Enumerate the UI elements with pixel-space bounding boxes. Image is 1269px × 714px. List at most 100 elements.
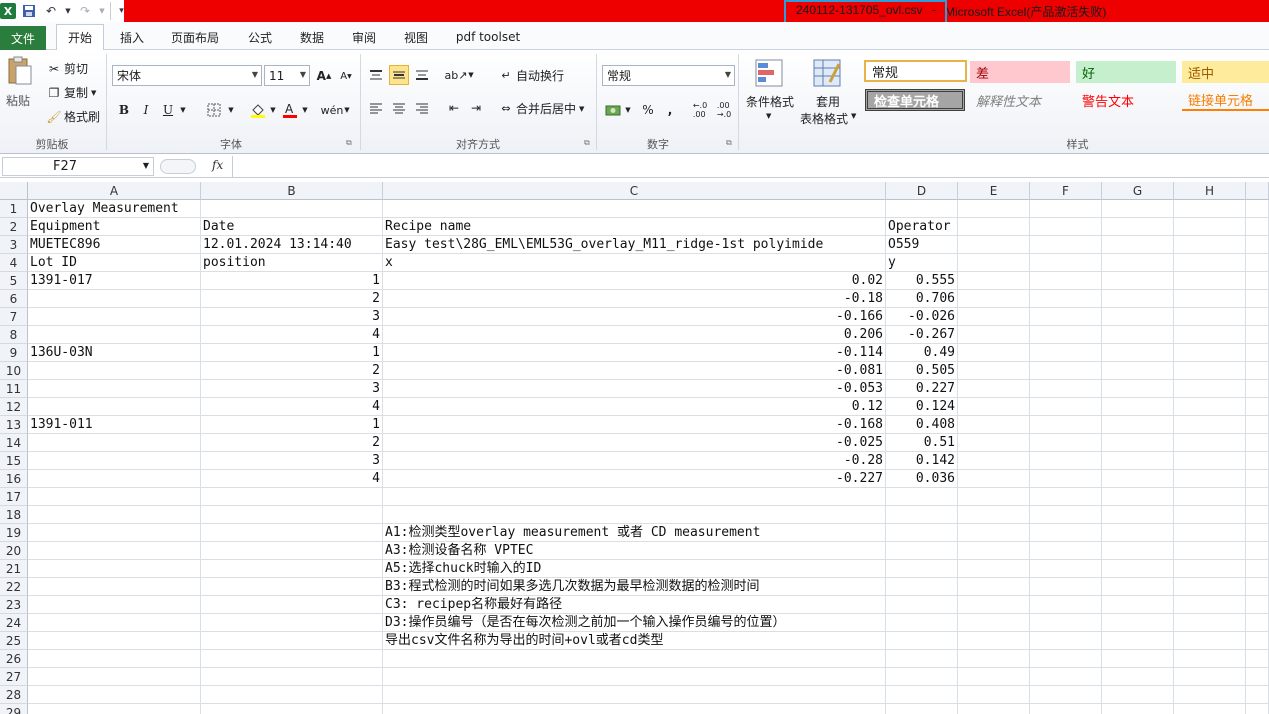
cell-b22[interactable]: [201, 578, 383, 596]
currency-dropdown-icon[interactable]: ▼: [623, 100, 633, 120]
row-header[interactable]: 14: [0, 434, 28, 452]
decrease-indent-icon[interactable]: ⇤: [444, 98, 464, 118]
cell-e19[interactable]: [958, 524, 1030, 542]
cell-e1[interactable]: [958, 200, 1030, 218]
font-name-combo[interactable]: 宋体 ▼: [112, 65, 262, 86]
cell-a23[interactable]: [28, 596, 201, 614]
style-warning[interactable]: 警告文本: [1076, 89, 1176, 111]
cell-d18[interactable]: [886, 506, 958, 524]
cell-c29[interactable]: [383, 704, 886, 714]
cell-f6[interactable]: [1030, 290, 1102, 308]
conditional-format-icon[interactable]: [754, 58, 784, 88]
cell-d14[interactable]: 0.51: [886, 434, 958, 452]
cell-b3[interactable]: 12.01.2024 13:14:40: [201, 236, 383, 254]
cell-h17[interactable]: [1174, 488, 1246, 506]
cell-h27[interactable]: [1174, 668, 1246, 686]
dialog-launcher-icon[interactable]: ⧉: [726, 138, 732, 148]
column-header-g[interactable]: G: [1102, 182, 1174, 200]
cell-a8[interactable]: [28, 326, 201, 344]
worksheet-grid[interactable]: A B C D E F G H 1 Overlay Measurement 2 Equipment Da…: [0, 182, 1269, 714]
cell-d23[interactable]: [886, 596, 958, 614]
style-check-cell[interactable]: 检查单元格: [865, 89, 965, 111]
cell-g6[interactable]: [1102, 290, 1174, 308]
cell-b23[interactable]: [201, 596, 383, 614]
cell-c15[interactable]: -0.28: [383, 452, 886, 470]
row-header[interactable]: 3: [0, 236, 28, 254]
cell-g22[interactable]: [1102, 578, 1174, 596]
cell-g14[interactable]: [1102, 434, 1174, 452]
cell-e8[interactable]: [958, 326, 1030, 344]
row-header[interactable]: 22: [0, 578, 28, 596]
cell-d6[interactable]: 0.706: [886, 290, 958, 308]
cell-a26[interactable]: [28, 650, 201, 668]
excel-logo-icon[interactable]: X: [0, 3, 16, 19]
align-right-icon[interactable]: [412, 98, 432, 118]
row-header[interactable]: 10: [0, 362, 28, 380]
tab-home[interactable]: 开始: [56, 24, 104, 50]
column-header-h[interactable]: H: [1174, 182, 1246, 200]
cell-g19[interactable]: [1102, 524, 1174, 542]
cell-g4[interactable]: [1102, 254, 1174, 272]
cell-c14[interactable]: -0.025: [383, 434, 886, 452]
cell-h3[interactable]: [1174, 236, 1246, 254]
cell-b18[interactable]: [201, 506, 383, 524]
cell-b12[interactable]: 4: [201, 398, 383, 416]
row-header[interactable]: 21: [0, 560, 28, 578]
cell-a9[interactable]: 136U-03N: [28, 344, 201, 362]
chevron-down-icon[interactable]: ▼: [143, 161, 149, 170]
style-neutral[interactable]: 适中: [1182, 61, 1269, 83]
cell-b28[interactable]: [201, 686, 383, 704]
chevron-down-icon[interactable]: ▼: [300, 70, 306, 79]
name-box[interactable]: F27 ▼: [2, 157, 154, 176]
cell-f11[interactable]: [1030, 380, 1102, 398]
cell-g2[interactable]: [1102, 218, 1174, 236]
cell-c21[interactable]: A5:选择chuck时输入的ID: [383, 560, 886, 578]
cell-a4[interactable]: Lot ID: [28, 254, 201, 272]
cell-e14[interactable]: [958, 434, 1030, 452]
row-header[interactable]: 19: [0, 524, 28, 542]
cell-h11[interactable]: [1174, 380, 1246, 398]
row-header[interactable]: 1: [0, 200, 28, 218]
cell-c8[interactable]: 0.206: [383, 326, 886, 344]
cell-c11[interactable]: -0.053: [383, 380, 886, 398]
cell-h28[interactable]: [1174, 686, 1246, 704]
cell-b24[interactable]: [201, 614, 383, 632]
cell-h15[interactable]: [1174, 452, 1246, 470]
cell-f23[interactable]: [1030, 596, 1102, 614]
cell-d17[interactable]: [886, 488, 958, 506]
merge-dropdown-icon[interactable]: ▼: [579, 105, 584, 113]
cell-c23[interactable]: C3: recipep名称最好有路径: [383, 596, 886, 614]
cell-c6[interactable]: -0.18: [383, 290, 886, 308]
cell-a14[interactable]: [28, 434, 201, 452]
cell-e28[interactable]: [958, 686, 1030, 704]
cell-a27[interactable]: [28, 668, 201, 686]
cell-f24[interactable]: [1030, 614, 1102, 632]
cell-h4[interactable]: [1174, 254, 1246, 272]
cell-g28[interactable]: [1102, 686, 1174, 704]
cell-h6[interactable]: [1174, 290, 1246, 308]
column-header-a[interactable]: A: [28, 182, 201, 200]
cell-f4[interactable]: [1030, 254, 1102, 272]
chevron-down-icon[interactable]: ▼: [252, 70, 258, 79]
cell-f27[interactable]: [1030, 668, 1102, 686]
cell-h22[interactable]: [1174, 578, 1246, 596]
cell-h16[interactable]: [1174, 470, 1246, 488]
cell-b13[interactable]: 1: [201, 416, 383, 434]
cell-d15[interactable]: 0.142: [886, 452, 958, 470]
cell-f12[interactable]: [1030, 398, 1102, 416]
cell-b19[interactable]: [201, 524, 383, 542]
cell-h25[interactable]: [1174, 632, 1246, 650]
row-header[interactable]: 26: [0, 650, 28, 668]
cell-d1[interactable]: [886, 200, 958, 218]
row-header[interactable]: 4: [0, 254, 28, 272]
align-center-icon[interactable]: [389, 98, 409, 118]
cell-a3[interactable]: MUETEC896: [28, 236, 201, 254]
cell-b27[interactable]: [201, 668, 383, 686]
cell-h26[interactable]: [1174, 650, 1246, 668]
cell-f17[interactable]: [1030, 488, 1102, 506]
phonetic-dropdown-icon[interactable]: ▼: [342, 100, 352, 120]
tab-review[interactable]: 审阅: [342, 24, 386, 50]
cell-e3[interactable]: [958, 236, 1030, 254]
cell-h14[interactable]: [1174, 434, 1246, 452]
cell-h9[interactable]: [1174, 344, 1246, 362]
